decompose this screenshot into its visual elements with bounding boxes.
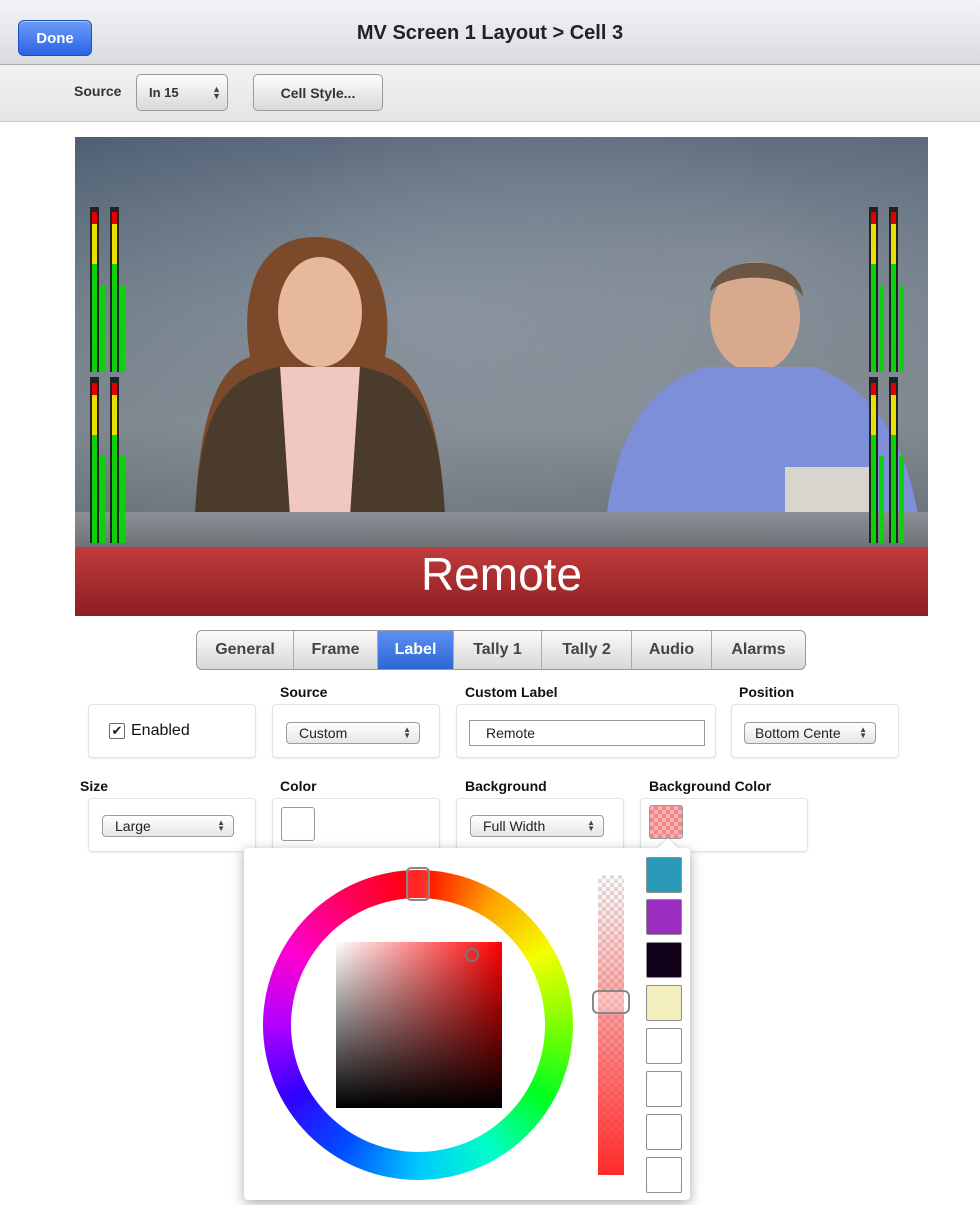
custom-label-heading: Custom Label [465,684,558,700]
background-color-swatch[interactable] [649,805,683,839]
page-title: MV Screen 1 Layout > Cell 3 [356,22,624,44]
tab-bar: General Frame Label Tally 1 Tally 2 Audi… [196,630,806,670]
audio-meter-left [90,207,134,543]
source-select[interactable]: In 15 ▲ ▼ [136,74,228,111]
color-heading: Color [280,778,317,794]
preset-swatch-3[interactable] [646,942,682,978]
label-color-swatch[interactable] [281,807,315,841]
preset-swatch-8[interactable] [646,1157,682,1193]
opacity-handle[interactable] [592,990,630,1014]
opacity-slider[interactable] [598,875,624,1175]
tab-tally-2[interactable]: Tally 2 [542,631,632,669]
background-heading: Background [465,778,547,794]
tab-tally-1[interactable]: Tally 1 [454,631,542,669]
popover-arrow [658,838,678,848]
select-arrows-icon: ▲ ▼ [217,818,225,833]
audio-meter-right [869,207,913,543]
source-label: Source [74,83,122,99]
cell-style-button[interactable]: Cell Style... [253,74,383,111]
enabled-checkbox[interactable]: ✔ [109,723,125,739]
hue-handle[interactable] [406,867,430,901]
select-arrows-icon: ▲ ▼ [403,725,411,740]
preset-swatch-1[interactable] [646,857,682,893]
presenter-woman [195,237,445,517]
background-select[interactable]: Full Width ▲ ▼ [470,815,604,837]
position-heading: Position [739,684,795,700]
custom-label-input[interactable]: Remote [469,720,705,746]
preset-swatch-7[interactable] [646,1114,682,1150]
background-value: Full Width [483,818,546,834]
preset-swatch-2[interactable] [646,899,682,935]
preset-swatch-4[interactable] [646,985,682,1021]
cell-label-text: Remote [420,548,583,600]
label-source-value: Custom [299,725,348,741]
enabled-label: Enabled [131,722,190,739]
toolbar: Source In 15 ▲ ▼ Cell Style... [0,65,980,122]
size-heading: Size [80,778,109,794]
custom-label-panel: Remote [456,704,716,758]
video-preview: Remote [75,137,928,616]
saturation-value-handle[interactable] [465,948,479,962]
size-select[interactable]: Large ▲ ▼ [102,815,234,837]
source-select-value: In 15 [149,85,179,100]
enabled-panel: ✔ Enabled [88,704,256,758]
background-panel: Full Width ▲ ▼ [456,798,624,852]
select-arrows-icon: ▲ ▼ [855,726,867,740]
saturation-value-square[interactable] [336,942,502,1108]
tab-label[interactable]: Label [378,631,454,669]
tab-general[interactable]: General [197,631,294,669]
size-value: Large [115,818,151,834]
position-select[interactable]: Bottom Centе ▲ ▼ [744,722,876,744]
preset-swatch-5[interactable] [646,1028,682,1064]
size-panel: Large ▲ ▼ [88,798,256,852]
position-panel: Bottom Centе ▲ ▼ [731,704,899,758]
title-bar: Done MV Screen 1 Layout > Cell 3 [0,0,980,65]
source-heading: Source [280,684,328,700]
color-panel [272,798,440,852]
tab-audio[interactable]: Audio [632,631,712,669]
select-arrows-icon: ▲ ▼ [212,83,221,101]
position-value: Bottom Centе [755,725,841,741]
select-arrows-icon: ▲ ▼ [587,818,595,833]
source-panel: Custom ▲ ▼ [272,704,440,758]
preset-swatch-6[interactable] [646,1071,682,1107]
tab-alarms[interactable]: Alarms [712,631,805,669]
label-source-select[interactable]: Custom ▲ ▼ [286,722,420,744]
background-color-heading: Background Color [649,778,772,794]
tab-frame[interactable]: Frame [294,631,378,669]
